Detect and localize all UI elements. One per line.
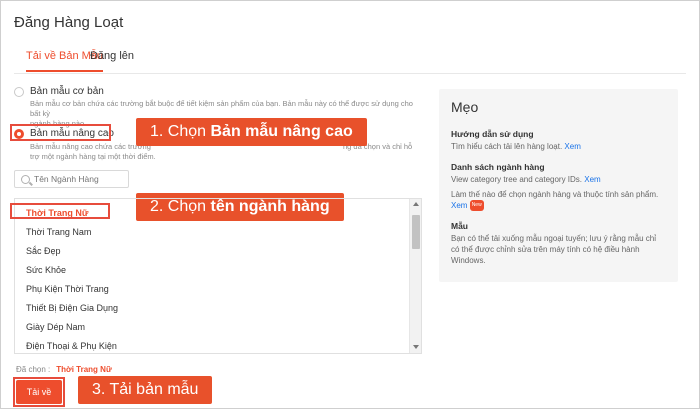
tab-bar: Tải về Bản Mẫu Đăng lên (14, 44, 686, 74)
tip-heading-guide: Hướng dẫn sử dụng (451, 129, 534, 139)
tip-guide-text: Tìm hiểu cách tải lên hàng loạt. (451, 142, 563, 151)
tip-text-template: Bạn có thể tải xuống mẫu ngoại tuyến; lư… (451, 234, 657, 266)
scroll-up-icon[interactable] (413, 202, 419, 206)
selected-label: Đã chọn : (16, 365, 51, 374)
list-item[interactable]: Giày Dép Nam (26, 322, 85, 332)
category-list[interactable]: Thời Trang Nữ Thời Trang Nam Sắc Đẹp Sức… (14, 198, 422, 354)
highlight-selected-category (10, 203, 110, 219)
list-item[interactable]: Thiết Bị Điện Gia Dụng (26, 303, 118, 313)
callout-1-bold: Bản mẫu nâng cao (210, 123, 353, 140)
tip-text-guide: Tìm hiểu cách tải lên hàng loạt. Xem (451, 141, 666, 152)
category-search-input[interactable] (34, 174, 124, 184)
list-item[interactable]: Sắc Đẹp (26, 246, 61, 256)
callout-step-3: 3. Tải bản mẫu (78, 376, 213, 404)
callout-step-1: 1. Chọn Bản mẫu nâng cao (136, 118, 367, 146)
list-item[interactable]: Phụ Kiện Thời Trang (26, 284, 109, 294)
highlight-advanced-template (10, 124, 111, 141)
tip-attributes-link[interactable]: Xem (451, 201, 467, 210)
advanced-desc-line1: Bản mẫu nâng cao chứa các trường (30, 142, 151, 151)
tip-text-attributes: Làm thế nào để chọn ngành hàng và thuộc … (451, 189, 666, 212)
tips-panel: Mẹo Hướng dẫn sử dụng Tìm hiểu cách tải … (439, 89, 678, 282)
tab-upload[interactable]: Đăng lên (90, 50, 134, 70)
basic-template-label: Bản mẫu cơ bản (30, 86, 104, 97)
tip-heading-template: Mẫu (451, 221, 468, 232)
advanced-desc-line2: trợ một ngành hàng tại một thời điểm. (30, 152, 156, 161)
list-item[interactable]: Sức Khỏe (26, 265, 66, 275)
basic-template-radio[interactable] (14, 86, 24, 97)
list-item[interactable]: Điện Thoại & Phụ Kiện (26, 341, 117, 351)
list-scrollbar[interactable] (409, 199, 421, 353)
search-icon (21, 174, 30, 184)
highlight-download-button (13, 377, 65, 407)
page-title: Đăng Hàng Loạt (14, 14, 124, 31)
scroll-down-icon[interactable] (413, 345, 419, 349)
tips-title: Mẹo (451, 99, 479, 115)
tip-heading-category-list: Danh sách ngành hàng (451, 162, 545, 172)
tip-category-tree-link[interactable]: Xem (584, 175, 600, 184)
callout-1-prefix: 1. Chọn (150, 123, 211, 140)
category-search[interactable] (14, 170, 129, 188)
tip-attributes-text: Làm thế nào để chọn ngành hàng và thuộc … (451, 190, 659, 199)
tip-category-tree-text: View category tree and category IDs. (451, 175, 583, 184)
basic-desc-line1: Bản mẫu cơ bản chứa các trường bắt buộc … (30, 99, 413, 118)
selected-value: Thời Trang Nữ (56, 365, 112, 374)
selected-category-line: Đã chọn : Thời Trang Nữ (16, 365, 112, 374)
scroll-thumb[interactable] (412, 215, 420, 249)
basic-template-option[interactable]: Bản mẫu cơ bản (14, 86, 104, 97)
tip-text-category-tree: View category tree and category IDs. Xem (451, 174, 666, 185)
list-item[interactable]: Thời Trang Nam (26, 227, 91, 237)
tip-guide-link[interactable]: Xem (564, 142, 580, 151)
new-badge: New (469, 200, 484, 212)
